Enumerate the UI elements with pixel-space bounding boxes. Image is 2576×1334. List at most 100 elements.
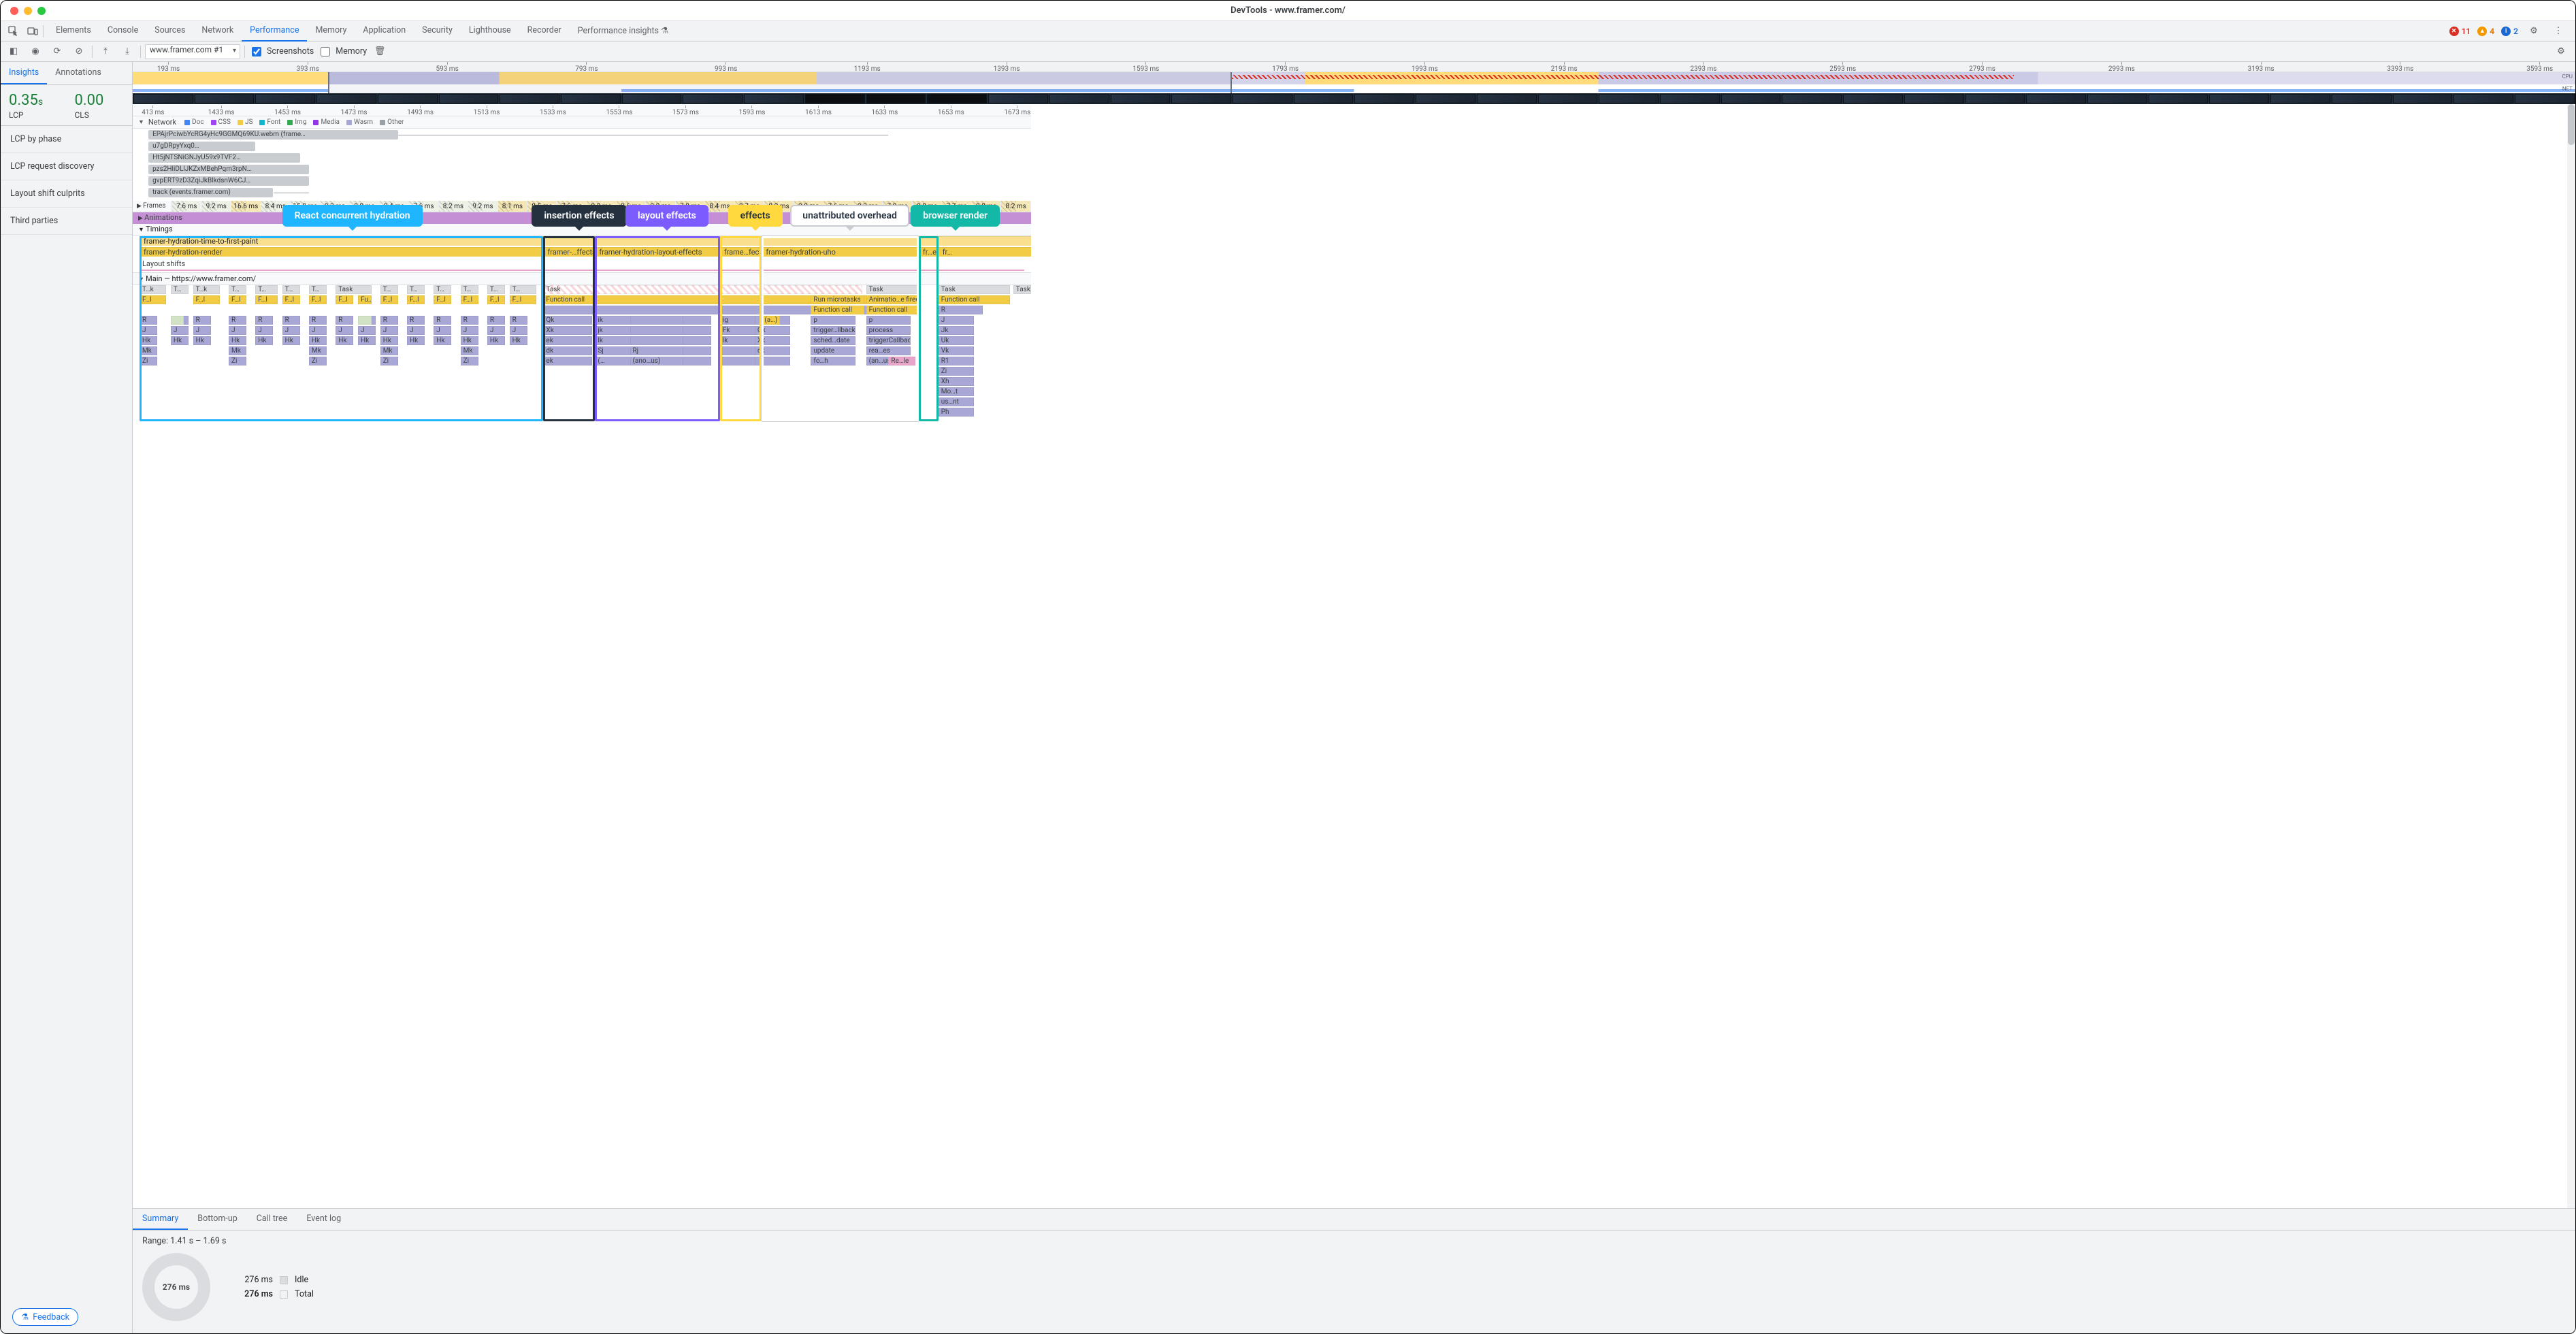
flame-bar[interactable]: Zi bbox=[461, 357, 478, 365]
frame-cell[interactable]: 7.9 ms bbox=[883, 201, 913, 212]
frame-cell[interactable]: 8.2 ms bbox=[1001, 201, 1031, 212]
network-request[interactable]: u7gDRpyYxq0… bbox=[140, 142, 1031, 152]
frame-cell[interactable]: 8.2 ms bbox=[439, 201, 469, 212]
network-request[interactable]: EPAjrPciwbYcRG4yHc9GGMQ69KU.webm (frame… bbox=[140, 130, 1031, 141]
timings-track-header[interactable]: ▼ Timings bbox=[133, 224, 1031, 236]
flame-bar[interactable]: Fu…l bbox=[358, 295, 372, 304]
insight-item[interactable]: Layout shift culprits bbox=[1, 180, 132, 208]
flame-bar[interactable]: F…l bbox=[282, 295, 300, 304]
sidebar-tab-insights[interactable]: Insights bbox=[1, 62, 47, 84]
network-request[interactable]: pzs2HliDLlJKZxMBehPqm3rpN… bbox=[140, 165, 1031, 176]
flame-bar[interactable]: Hk bbox=[229, 336, 246, 345]
timing-segment[interactable]: framer-hydration-layout-effects bbox=[595, 247, 719, 257]
vertical-scrollbar[interactable] bbox=[2567, 104, 2575, 1208]
flame-bar[interactable]: Qk bbox=[755, 326, 790, 335]
flame-bar[interactable]: Hk bbox=[140, 336, 157, 345]
frame-cell[interactable]: 8.5 ms bbox=[527, 201, 557, 212]
flame-bar[interactable]: Zi bbox=[309, 357, 327, 365]
flame-bar[interactable]: Zi bbox=[939, 367, 974, 376]
flame-bar[interactable]: Task bbox=[866, 285, 919, 294]
panel-tab-security[interactable]: Security bbox=[414, 20, 461, 42]
panel-tab-network[interactable]: Network bbox=[193, 20, 242, 42]
details-tab-bottom-up[interactable]: Bottom-up bbox=[188, 1209, 246, 1230]
flame-bar[interactable]: Hk bbox=[434, 336, 451, 345]
frame-cell[interactable]: 8.7 ms bbox=[735, 201, 765, 212]
flame-bar[interactable]: T… bbox=[434, 285, 451, 294]
close-window-button[interactable] bbox=[10, 7, 18, 15]
panel-tab-memory[interactable]: Memory bbox=[307, 20, 355, 42]
flame-bar[interactable]: J bbox=[434, 326, 451, 335]
insight-item[interactable]: LCP by phase bbox=[1, 126, 132, 153]
panel-tab-elements[interactable]: Elements bbox=[48, 20, 99, 42]
flame-bar[interactable]: lk bbox=[720, 336, 755, 345]
frame-cell[interactable]: 15.8 ms bbox=[291, 201, 321, 212]
timing-first-paint[interactable]: framer-hydration-time-to-first-paint bbox=[140, 236, 1031, 246]
inspect-icon[interactable] bbox=[5, 22, 22, 40]
flame-bar[interactable]: Xh bbox=[939, 377, 974, 386]
flame-bar[interactable]: T… bbox=[282, 285, 300, 294]
flame-bar[interactable]: Task bbox=[1013, 285, 1031, 294]
frame-cell[interactable]: 9.2 ms bbox=[202, 201, 232, 212]
flame-bar[interactable]: J bbox=[255, 326, 273, 335]
flame-bar[interactable]: Rj bbox=[630, 346, 684, 355]
flame-bar[interactable]: Zi bbox=[140, 357, 157, 365]
flame-bar[interactable]: J bbox=[309, 326, 327, 335]
timing-segment[interactable]: fr… bbox=[939, 247, 1031, 257]
flame-bar[interactable]: R bbox=[380, 316, 398, 325]
frame-cell[interactable]: 8.0 ms bbox=[764, 201, 794, 212]
flame-bar[interactable]: process bbox=[866, 326, 911, 335]
flame-bar[interactable]: R bbox=[487, 316, 505, 325]
timing-segment[interactable]: fr…er bbox=[919, 247, 939, 257]
flame-bar[interactable]: Hk bbox=[255, 336, 273, 345]
flame-bar[interactable]: R bbox=[255, 316, 273, 325]
frame-cell[interactable]: 7.6 ms bbox=[824, 201, 853, 212]
flame-bar[interactable]: F…l bbox=[229, 295, 246, 304]
flame-bar[interactable]: p bbox=[811, 316, 855, 325]
flame-bar[interactable] bbox=[720, 285, 863, 294]
frame-cell[interactable]: 9.3 ms bbox=[853, 201, 883, 212]
download-icon[interactable]: ⤓ bbox=[118, 43, 136, 61]
device-toolbar-icon[interactable] bbox=[24, 22, 42, 40]
flame-bar[interactable]: Uk bbox=[939, 336, 974, 345]
frame-cell[interactable]: 7.6 ms bbox=[172, 201, 202, 212]
flame-bar[interactable]: Zi bbox=[229, 357, 246, 365]
flame-bar[interactable]: triggerCallback bbox=[866, 336, 911, 345]
metric-lcp[interactable]: 0.35s LCP bbox=[1, 85, 67, 125]
flame-bar[interactable]: Hk bbox=[336, 336, 353, 345]
flame-bar[interactable]: J bbox=[461, 326, 478, 335]
network-request[interactable]: Ht5jNTSNiGNJyU59x9TVF2… bbox=[140, 153, 1031, 164]
details-tab-summary[interactable]: Summary bbox=[133, 1209, 188, 1230]
flame-bar[interactable]: Fk bbox=[720, 326, 755, 335]
insight-item[interactable]: Third parties bbox=[1, 208, 132, 235]
flame-bar[interactable]: T…k bbox=[140, 285, 166, 294]
flame-bar[interactable]: Hk bbox=[193, 336, 211, 345]
flame-bar[interactable]: Function call bbox=[866, 306, 919, 314]
settings-icon[interactable]: ⚙ bbox=[2525, 22, 2543, 40]
timing-segment[interactable]: frame…fects bbox=[720, 247, 762, 257]
flame-bar[interactable]: (ano…us) bbox=[630, 357, 684, 365]
flame-bar[interactable]: ek bbox=[543, 357, 592, 365]
flame-bar[interactable] bbox=[630, 316, 684, 325]
clear-icon[interactable]: ⊘ bbox=[70, 43, 88, 61]
maximize-window-button[interactable] bbox=[37, 7, 46, 15]
flame-bar[interactable]: dk bbox=[755, 346, 790, 355]
flame-bar[interactable]: J bbox=[380, 326, 398, 335]
layout-shifts-track[interactable] bbox=[140, 270, 1024, 271]
info-count-badge[interactable]: i2 bbox=[2501, 27, 2518, 36]
reload-record-icon[interactable]: ⟳ bbox=[48, 43, 66, 61]
main-flame-chart[interactable]: T…kT…T…kT…T…T…T…TaskT…T…T…T…T…T…TaskTask… bbox=[133, 285, 1031, 421]
frame-cell[interactable]: 7.6 ms bbox=[409, 201, 439, 212]
animations-track[interactable]: ▶ Animations bbox=[133, 212, 1031, 224]
flame-bar[interactable]: F…l bbox=[407, 295, 425, 304]
flame-bar[interactable]: (a…) bbox=[762, 316, 779, 325]
flame-bar[interactable]: Hk bbox=[407, 336, 425, 345]
frame-cell[interactable]: 9.2 ms bbox=[468, 201, 498, 212]
panel-tab-recorder[interactable]: Recorder bbox=[519, 20, 570, 42]
panel-tab-lighthouse[interactable]: Lighthouse bbox=[461, 20, 519, 42]
flame-bar[interactable]: J bbox=[939, 316, 974, 325]
panel-tab-application[interactable]: Application bbox=[355, 20, 414, 42]
flame-bar[interactable]: J bbox=[407, 326, 425, 335]
flame-bar[interactable]: Mo…t bbox=[939, 387, 974, 396]
frame-cell[interactable]: 7.6 ms bbox=[557, 201, 587, 212]
frame-cell[interactable]: 16.6 ms bbox=[231, 201, 261, 212]
